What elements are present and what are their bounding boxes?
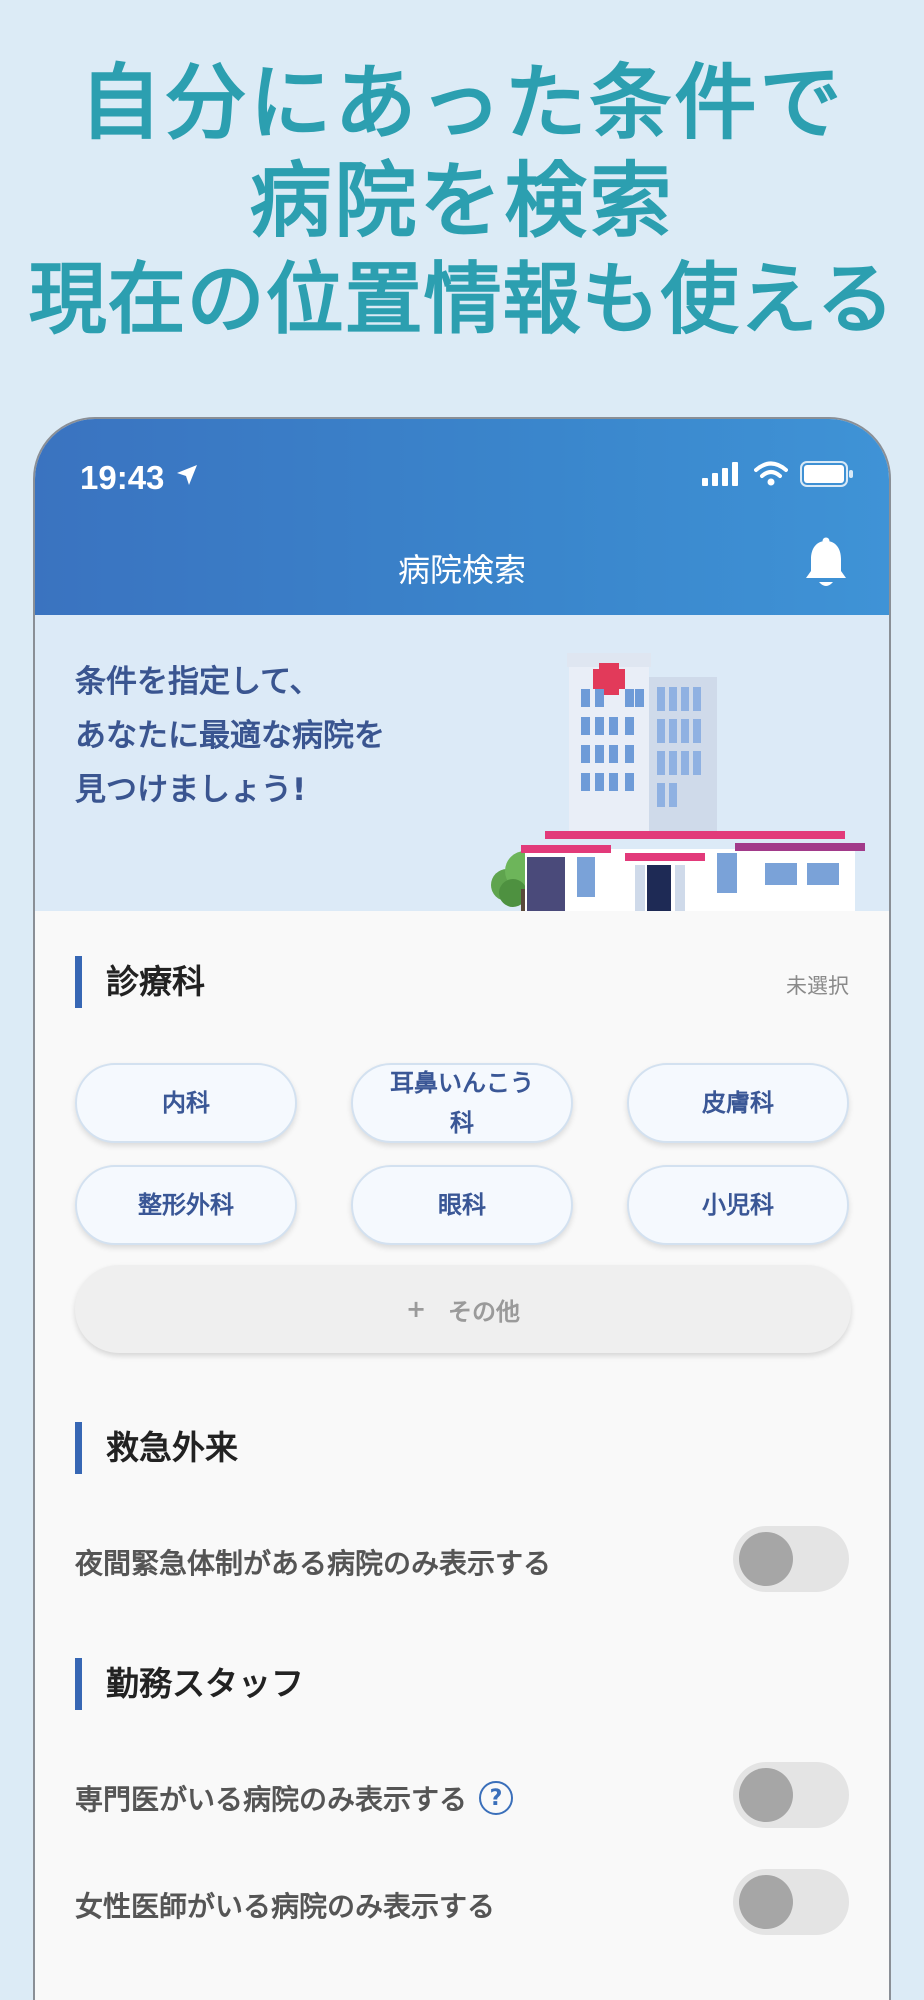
section-title-staff: 勤務スタッフ — [75, 1658, 304, 1710]
status-time: 19:43 — [80, 459, 165, 496]
location-arrow-icon — [177, 465, 197, 485]
plus-icon: + — [405, 1295, 427, 1323]
status-icons — [702, 461, 854, 487]
chip-internal-medicine[interactable]: 内科 — [75, 1063, 297, 1143]
promo-headline: 自分にあった条件で 病院を検索 現在の位置情報も使える — [0, 55, 924, 349]
female-doctor-label: 女性医師がいる病院のみ表示する — [75, 1885, 495, 1925]
specialist-text: 専門医がいる病院のみ表示する — [75, 1783, 468, 1816]
departments-status: 未選択 — [786, 974, 849, 998]
specialist-label: 専門医がいる病院のみ表示する ? — [75, 1778, 514, 1818]
toggle-knob — [739, 1768, 793, 1822]
toggle-knob — [739, 1532, 793, 1586]
headline-line-2: 病院を検索 — [249, 154, 675, 249]
section-title-departments: 診療科 — [75, 956, 205, 1008]
chip-ophthalmology[interactable]: 眼科 — [351, 1165, 573, 1245]
header-bar: 19:43 病院検索 — [35, 419, 889, 615]
chip-ent[interactable]: 耳鼻いんこう科 — [351, 1063, 573, 1143]
battery-icon — [800, 461, 853, 487]
phone-screen: 19:43 病院検索 条件を指定して、 あなたに最適な病院を 見つけましょう! … — [33, 417, 891, 2000]
banner-text: 条件を指定して、 あなたに最適な病院を 見つけましょう! — [75, 655, 385, 817]
chip-dermatology[interactable]: 皮膚科 — [627, 1063, 849, 1143]
headline-line-1: 自分にあった条件で — [79, 56, 845, 151]
banner-line-2: あなたに最適な病院を — [75, 718, 385, 754]
bell-icon[interactable] — [803, 537, 849, 591]
help-icon[interactable]: ? — [479, 1781, 514, 1815]
night-emergency-text: 夜間緊急体制がある病院のみ表示する — [75, 1547, 552, 1580]
banner-line-1: 条件を指定して、 — [75, 664, 321, 700]
intro-banner: 条件を指定して、 あなたに最適な病院を 見つけましょう! — [35, 615, 889, 911]
female-doctor-text: 女性医師がいる病院のみ表示する — [75, 1890, 496, 1923]
headline-line-3: 現在の位置情報も使える — [28, 255, 896, 345]
chip-orthopedics[interactable]: 整形外科 — [75, 1165, 297, 1245]
toggle-knob — [739, 1875, 793, 1929]
section-title-emergency: 救急外来 — [75, 1422, 238, 1474]
hospital-illustration — [491, 653, 865, 911]
chip-pediatrics[interactable]: 小児科 — [627, 1165, 849, 1245]
night-emergency-label: 夜間緊急体制がある病院のみ表示する — [75, 1542, 551, 1582]
signal-icon — [702, 462, 738, 486]
page-title: 病院検索 — [397, 551, 526, 589]
banner-line-3: 見つけましょう! — [75, 772, 307, 808]
female-doctor-toggle[interactable] — [733, 1869, 849, 1935]
more-departments-button[interactable]: + その他 — [75, 1265, 851, 1353]
specialist-toggle[interactable] — [733, 1762, 849, 1828]
more-departments-label: その他 — [448, 1297, 521, 1326]
wifi-icon — [754, 461, 788, 486]
night-emergency-toggle[interactable] — [733, 1526, 849, 1592]
